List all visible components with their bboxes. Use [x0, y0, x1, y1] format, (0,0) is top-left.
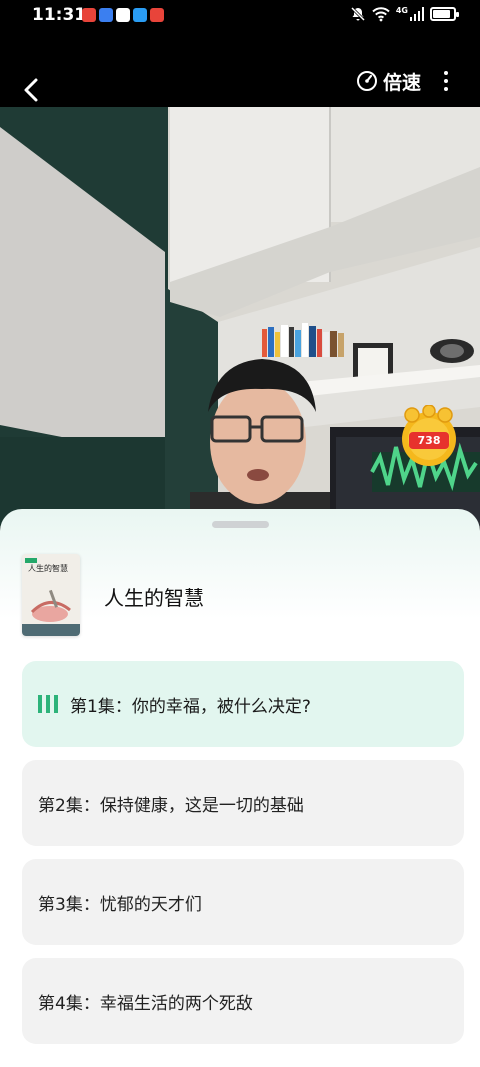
episode-item-2[interactable]: 第2集：保持健康，这是一切的基础 — [22, 760, 464, 846]
coin-count: 738 — [409, 432, 449, 449]
player-top-bar: 倍速 — [0, 32, 480, 107]
network-type: 4G — [395, 5, 408, 15]
status-bar: 11:31 4G — [0, 0, 480, 32]
episode-item-3[interactable]: 第3集：忧郁的天才们 — [22, 859, 464, 945]
speed-label: 倍速 — [383, 71, 422, 94]
wifi-icon — [372, 7, 390, 22]
app-notification-icon — [82, 8, 96, 22]
app-notification-icon — [150, 8, 164, 22]
back-button[interactable] — [14, 72, 48, 108]
episode-item-4[interactable]: 第4集：幸福生活的两个死敌 — [22, 958, 464, 1044]
wechat-icon — [116, 8, 130, 22]
cover-illustration — [22, 589, 80, 636]
album-title: 人生的智慧 — [104, 586, 204, 610]
app-notification-icon — [133, 8, 147, 22]
more-options-button[interactable] — [436, 68, 456, 94]
episode-label: 第1集：你的幸福，被什么决定? — [70, 696, 311, 717]
episode-item-1[interactable]: 第1集：你的幸福，被什么决定? — [22, 661, 464, 747]
back-arrow-icon — [24, 78, 38, 102]
episode-list-sheet: 人生的智慧 人生的智慧 第1集：你的幸福，被什么决定? 第2集：保持健康，这是一… — [0, 509, 480, 1067]
status-time: 11:31 — [32, 5, 87, 25]
more-vertical-icon — [444, 71, 448, 75]
episode-label: 第4集：幸福生活的两个死敌 — [38, 993, 253, 1014]
drag-handle[interactable] — [212, 521, 269, 528]
app-notification-icon — [99, 8, 113, 22]
episode-label: 第3集：忧郁的天才们 — [38, 894, 202, 915]
mute-icon — [350, 6, 365, 22]
signal-icon — [410, 7, 424, 21]
battery-level — [433, 10, 450, 18]
speed-button[interactable]: 倍速 — [356, 66, 421, 96]
speed-dial-icon — [357, 71, 377, 91]
episode-label: 第2集：保持健康，这是一切的基础 — [38, 795, 304, 816]
notification-icons — [82, 8, 164, 22]
status-right: 4G — [350, 5, 459, 22]
album-cover: 人生的智慧 — [22, 554, 80, 636]
battery-icon — [430, 7, 459, 21]
playing-bars-icon — [38, 695, 58, 713]
